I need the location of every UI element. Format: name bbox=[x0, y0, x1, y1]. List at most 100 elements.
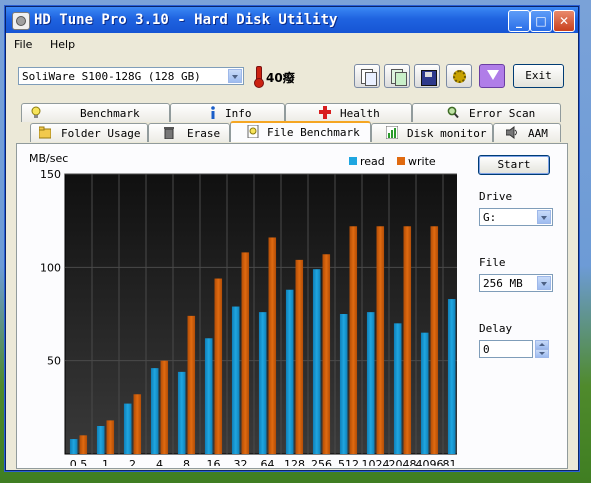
delay-label: Delay bbox=[479, 322, 513, 335]
bar-read bbox=[312, 269, 321, 454]
temperature-readout: 40癈 bbox=[266, 71, 295, 85]
x-tick-label: 0.5 bbox=[70, 458, 88, 466]
bar-read bbox=[393, 323, 402, 454]
tab-error-scan-label: Error Scan bbox=[469, 107, 536, 120]
bar-write bbox=[241, 252, 250, 454]
benchmark-chart: 50 100 150 MB/sec read write 0.5 1 2 4 8 16 32 64 128 2… bbox=[27, 150, 471, 471]
tab-health[interactable]: Health bbox=[285, 103, 412, 122]
maximize-button[interactable]: □ bbox=[530, 10, 552, 32]
y-tick-label: 50 bbox=[47, 355, 61, 368]
tab-health-label: Health bbox=[340, 107, 380, 120]
x-tick-label: 2 bbox=[129, 458, 136, 466]
minimize-button[interactable]: _ bbox=[508, 10, 530, 32]
x-tick-label: 4096 bbox=[416, 458, 444, 466]
trash-icon bbox=[164, 127, 174, 139]
floppy-icon bbox=[421, 70, 437, 86]
file-size-label: File bbox=[479, 256, 506, 269]
x-tick-label: 8192 bbox=[443, 458, 458, 466]
bar-read bbox=[150, 368, 159, 454]
info-icon bbox=[211, 106, 215, 119]
thermometer-icon bbox=[253, 66, 264, 88]
tab-file-benchmark-label: File Benchmark bbox=[267, 126, 360, 139]
close-button[interactable]: ✕ bbox=[553, 10, 575, 32]
chevron-down-icon[interactable] bbox=[537, 276, 551, 290]
tab-erase-label: Erase bbox=[187, 127, 221, 140]
x-tick-label: 4 bbox=[156, 458, 163, 466]
tab-info[interactable]: Info bbox=[170, 103, 285, 122]
file-size-combo[interactable]: 256 MB bbox=[479, 274, 553, 292]
folder-icon bbox=[39, 126, 51, 139]
y-tick-label: 100 bbox=[40, 261, 61, 274]
drive-combo-value: G: bbox=[483, 211, 497, 224]
menu-file[interactable]: File bbox=[14, 38, 32, 51]
tab-disk-monitor[interactable]: Disk monitor bbox=[371, 123, 493, 142]
bar-write bbox=[160, 360, 169, 454]
lightbulb-icon bbox=[31, 106, 41, 118]
window-title: HD Tune Pro 3.10 - Hard Disk Utility bbox=[34, 12, 338, 28]
chevron-down-icon[interactable] bbox=[537, 210, 551, 224]
bar-write bbox=[403, 226, 412, 454]
drive-label: Drive bbox=[479, 190, 513, 203]
bar-read bbox=[204, 338, 213, 454]
tab-benchmark[interactable]: Benchmark bbox=[21, 103, 170, 122]
magnifier-icon bbox=[447, 106, 459, 119]
tab-disk-monitor-label: Disk monitor bbox=[407, 127, 487, 140]
tab-aam[interactable]: AAM bbox=[493, 123, 561, 142]
menu-bar: File Help bbox=[6, 35, 578, 53]
save-button[interactable] bbox=[414, 64, 440, 88]
start-button[interactable]: Start bbox=[478, 155, 550, 175]
app-window: HD Tune Pro 3.10 - Hard Disk Utility _ □… bbox=[5, 6, 579, 471]
x-tick-label: 8 bbox=[183, 458, 190, 466]
drive-selector[interactable]: SoliWare S100-128G (128 GB) bbox=[18, 67, 244, 85]
bar-read bbox=[123, 403, 132, 454]
bar-read bbox=[366, 312, 375, 454]
bar-write bbox=[268, 237, 277, 454]
tab-folder-usage-label: Folder Usage bbox=[61, 127, 141, 140]
toolbar: SoliWare S100-128G (128 GB) 40癈 Exit bbox=[6, 55, 578, 97]
legend-read-label: read bbox=[360, 155, 385, 168]
x-tick-label: 16 bbox=[207, 458, 221, 466]
x-tick-label: 32 bbox=[234, 458, 248, 466]
chevron-down-icon[interactable] bbox=[228, 69, 242, 83]
delay-value: 0 bbox=[483, 343, 490, 356]
bar-read bbox=[447, 299, 456, 454]
bar-write bbox=[106, 420, 115, 454]
drive-combo[interactable]: G: bbox=[479, 208, 553, 226]
bar-write bbox=[322, 254, 331, 454]
copy-screenshot-button[interactable] bbox=[384, 64, 410, 88]
delay-increment-button[interactable] bbox=[535, 340, 549, 349]
bar-write bbox=[214, 278, 223, 454]
legend-read-swatch bbox=[349, 157, 357, 165]
exit-button[interactable]: Exit bbox=[513, 64, 564, 88]
bar-write bbox=[349, 226, 358, 454]
copy-text-button[interactable] bbox=[354, 64, 380, 88]
bar-write bbox=[376, 226, 385, 454]
chart-svg: 50 100 150 MB/sec read write 0.5 1 2 4 8 16 32 64 128 2… bbox=[29, 152, 471, 471]
tab-file-benchmark[interactable]: File Benchmark bbox=[230, 121, 371, 142]
bar-read bbox=[258, 312, 267, 454]
tab-erase[interactable]: Erase bbox=[148, 123, 230, 142]
bar-read bbox=[177, 371, 186, 454]
bar-write bbox=[430, 226, 439, 454]
delay-spinner[interactable]: 0 bbox=[479, 340, 533, 358]
x-tick-label: 1024 bbox=[362, 458, 390, 466]
title-bar[interactable]: HD Tune Pro 3.10 - Hard Disk Utility _ □… bbox=[6, 7, 578, 33]
disk-monitor-icon bbox=[386, 126, 398, 139]
options-button[interactable] bbox=[446, 64, 472, 88]
bar-write bbox=[187, 315, 196, 454]
menu-help[interactable]: Help bbox=[50, 38, 75, 51]
bar-write bbox=[79, 435, 88, 454]
y-tick-label: 150 bbox=[40, 168, 61, 181]
bar-write bbox=[133, 394, 142, 454]
download-button[interactable] bbox=[479, 64, 505, 88]
tab-aam-label: AAM bbox=[528, 127, 548, 140]
x-tick-label: 64 bbox=[261, 458, 275, 466]
y-axis-label: MB/sec bbox=[29, 152, 68, 165]
delay-decrement-button[interactable] bbox=[535, 349, 549, 358]
drive-selector-value: SoliWare S100-128G (128 GB) bbox=[22, 70, 201, 83]
bar-read bbox=[96, 426, 105, 454]
bar-write bbox=[295, 259, 304, 454]
bar-read bbox=[231, 306, 240, 454]
tab-error-scan[interactable]: Error Scan bbox=[412, 103, 561, 122]
tab-folder-usage[interactable]: Folder Usage bbox=[30, 123, 148, 142]
